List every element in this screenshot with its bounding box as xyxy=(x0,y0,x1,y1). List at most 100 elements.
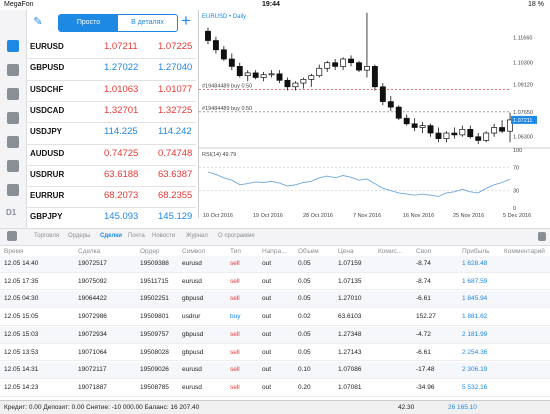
tab-item[interactable]: О программе xyxy=(218,233,255,239)
table-cell: buy xyxy=(230,313,241,321)
quote-row[interactable]: AUDUSD 0.74725 0.74748 xyxy=(26,143,196,166)
table-cell: gbpusd xyxy=(182,348,204,356)
column-header[interactable]: Объем xyxy=(298,248,319,255)
column-header[interactable]: Ордер xyxy=(140,248,160,255)
table-row[interactable]: 12.05 13:53 19071064 19508028 gbpusd sell out… xyxy=(0,345,550,362)
table-cell: sell xyxy=(230,366,240,374)
table-cell: 19072986 xyxy=(78,313,107,321)
tab-item[interactable]: Почта xyxy=(128,233,145,239)
quote-row[interactable]: USDRUR 63.6188 63.6387 xyxy=(26,164,196,188)
column-header[interactable]: Своп xyxy=(416,248,431,255)
quote-row[interactable]: USDCAD 1.32701 1.32725 xyxy=(26,100,196,124)
table-cell: 1.27348 xyxy=(338,330,362,338)
quote-row[interactable]: USDJPY 114.225 114.242 xyxy=(26,121,196,145)
table-row[interactable]: 12.05 04:30 19064422 19502251 gbpusd sell out… xyxy=(0,291,550,309)
table-row[interactable]: 12.05 15:03 19072934 19509757 gbpusd sell out… xyxy=(0,326,550,344)
candle-body xyxy=(435,132,442,139)
candle-body xyxy=(340,58,347,67)
price-chart[interactable]: #19484489 buy 0.50 #19484489 buy 0.50 EURU… xyxy=(198,10,550,218)
column-header[interactable]: Цена xyxy=(338,248,354,255)
quote-ask: 68.2355 xyxy=(158,190,193,202)
table-cell: 1.07159 xyxy=(338,260,362,267)
chat-icon[interactable] xyxy=(7,64,19,76)
function-icon[interactable] xyxy=(7,136,19,148)
quote-ask: 1.07225 xyxy=(158,41,193,52)
tab-item[interactable]: Ордеры xyxy=(68,233,90,239)
rsi-tick-label: 0 xyxy=(513,206,516,212)
quote-row[interactable]: EURUSD 1.07211 1.07225 xyxy=(26,36,196,60)
column-header[interactable]: Время xyxy=(4,248,24,255)
tab-item[interactable]: Журнал xyxy=(186,233,208,239)
rsi-tick-label: 100 xyxy=(513,148,522,154)
table-row[interactable]: 12.05 15:05 19072986 19509801 usdrur buy out 0… xyxy=(0,309,550,326)
totals-bar: Кредит: 0.00 Депозит: 0.00 Снятие: -10 0… xyxy=(0,400,550,414)
tab-item[interactable]: Торговля xyxy=(34,233,59,239)
clear-icon[interactable] xyxy=(7,112,19,124)
table-row[interactable]: 12.05 14:31 19072117 19509026 eurusd sell out… xyxy=(0,362,550,379)
candle-body xyxy=(292,82,299,88)
table-cell: 63.6103 xyxy=(338,313,362,321)
column-header[interactable]: Комис... xyxy=(378,248,402,255)
timeframe-d1[interactable]: D1 xyxy=(6,208,16,217)
table-cell: -34.96 xyxy=(416,383,435,391)
table-cell: 1.27143 xyxy=(338,348,362,356)
battery-label: 18 % xyxy=(528,1,544,8)
candle-body xyxy=(308,75,315,80)
quote-row[interactable]: GBPJPY 145.093 145.129 xyxy=(26,206,196,230)
quote-row[interactable]: USDCHF 1.01063 1.01077 xyxy=(26,79,196,102)
candle-body xyxy=(228,58,235,67)
table-cell: 1 628.48 xyxy=(462,260,488,267)
table-cell: 19072117 xyxy=(78,366,107,374)
quote-symbol: USDCHF xyxy=(30,84,64,94)
table-cell: out xyxy=(262,348,272,356)
date-tick-label: 25 Nov 2016 xyxy=(453,213,484,218)
table-cell: 19075092 xyxy=(78,277,107,285)
column-header[interactable]: Тип xyxy=(230,248,241,255)
quote-bid: 1.01063 xyxy=(104,83,139,95)
table-cell: -8.74 xyxy=(416,260,431,267)
quote-row[interactable]: GBPUSD 1.27022 1.27040 xyxy=(26,57,196,81)
layout-icon[interactable] xyxy=(7,184,19,196)
carrier-label: MegaFon xyxy=(4,1,34,8)
column-header[interactable]: Сделка xyxy=(78,248,100,255)
tab-item[interactable]: Сделки xyxy=(100,233,122,239)
table-row[interactable]: 12.05 17:35 19075092 19511715 eurusd sell out… xyxy=(0,274,550,291)
expand-icon[interactable] xyxy=(538,232,546,241)
price-tick-label: 1.11660 xyxy=(513,36,532,42)
price-tick-label: 1.07211 xyxy=(513,118,532,124)
layout-icon[interactable] xyxy=(7,231,17,241)
quote-symbol: USDCAD xyxy=(30,105,65,115)
pencil-icon[interactable]: ✎ xyxy=(32,16,44,28)
table-cell: 0.05 xyxy=(298,330,311,338)
table-row[interactable]: 12.05 14:40 19072517 19509388 eurusd sell out… xyxy=(0,256,550,273)
column-header[interactable]: Прибыль xyxy=(462,248,490,255)
candle-body xyxy=(459,128,466,136)
quote-bid: 1.32701 xyxy=(104,104,139,116)
candle-body xyxy=(491,127,498,134)
table-cell: out xyxy=(262,295,272,303)
swap-total: 42.30 xyxy=(398,404,415,411)
table-cell: 19072934 xyxy=(78,330,107,338)
column-header[interactable]: Символ xyxy=(182,248,205,255)
candle-body xyxy=(499,127,506,132)
add-document-icon[interactable] xyxy=(7,88,19,100)
table-cell: 12.05 17:35 xyxy=(4,277,39,285)
tab-detailed[interactable]: В деталях xyxy=(118,15,177,31)
quote-row[interactable]: EURRUR 68.2073 68.2355 xyxy=(26,185,196,209)
add-symbol-icon[interactable]: + xyxy=(178,12,194,30)
table-cell: sell xyxy=(230,295,240,303)
objects-icon[interactable] xyxy=(7,160,19,172)
table-cell: 152.27 xyxy=(416,313,436,321)
candle-body xyxy=(212,40,219,51)
table-cell: 19509388 xyxy=(140,260,169,267)
column-header[interactable]: Напра... xyxy=(262,248,286,255)
quotes-icon[interactable] xyxy=(7,40,19,52)
candle-body xyxy=(467,128,474,138)
tab-simple[interactable]: Просто xyxy=(59,15,118,31)
order-label-upper: #19484489 buy 0.50 xyxy=(202,84,252,90)
date-tick-label: 7 Nov 2016 xyxy=(353,213,381,218)
table-row[interactable]: 12.05 14:23 19071887 19508785 eurusd sell out… xyxy=(0,380,550,397)
column-header[interactable]: Комментарий xyxy=(504,248,545,255)
candle-body xyxy=(252,72,259,78)
tab-item[interactable]: Новости xyxy=(152,233,175,239)
